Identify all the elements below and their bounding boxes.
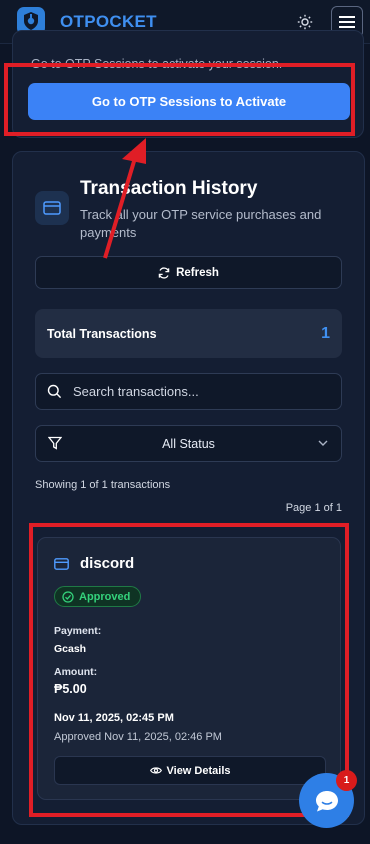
pagination-text: Page 1 of 1: [285, 502, 342, 514]
refresh-icon: [158, 266, 170, 279]
hamburger-icon: [339, 16, 355, 28]
chevron-down-icon: [318, 440, 328, 446]
search-input[interactable]: [73, 384, 333, 399]
results-count-text: Showing 1 of 1 transactions: [35, 479, 171, 491]
brand-name[interactable]: OTPOCKET: [60, 12, 157, 32]
annotation-box-bottom: [29, 523, 349, 817]
notification-badge: 1: [336, 770, 357, 791]
refresh-button[interactable]: Refresh: [35, 256, 342, 289]
search-field[interactable]: [35, 373, 342, 410]
status-filter-select[interactable]: All Status: [35, 425, 342, 462]
search-icon: [47, 384, 62, 399]
page-subtitle: Track all your OTP service purchases and…: [80, 207, 322, 240]
total-transactions-count: 1: [321, 325, 330, 342]
total-transactions-card: Total Transactions 1: [35, 309, 342, 358]
annotation-box-top: [4, 63, 355, 136]
refresh-label: Refresh: [176, 266, 219, 279]
chat-bubble-icon: [315, 790, 338, 811]
status-filter-value: All Status: [162, 437, 215, 451]
total-transactions-label: Total Transactions: [47, 327, 157, 341]
credit-card-icon: [35, 191, 69, 225]
page-title: Transaction History: [80, 178, 258, 199]
